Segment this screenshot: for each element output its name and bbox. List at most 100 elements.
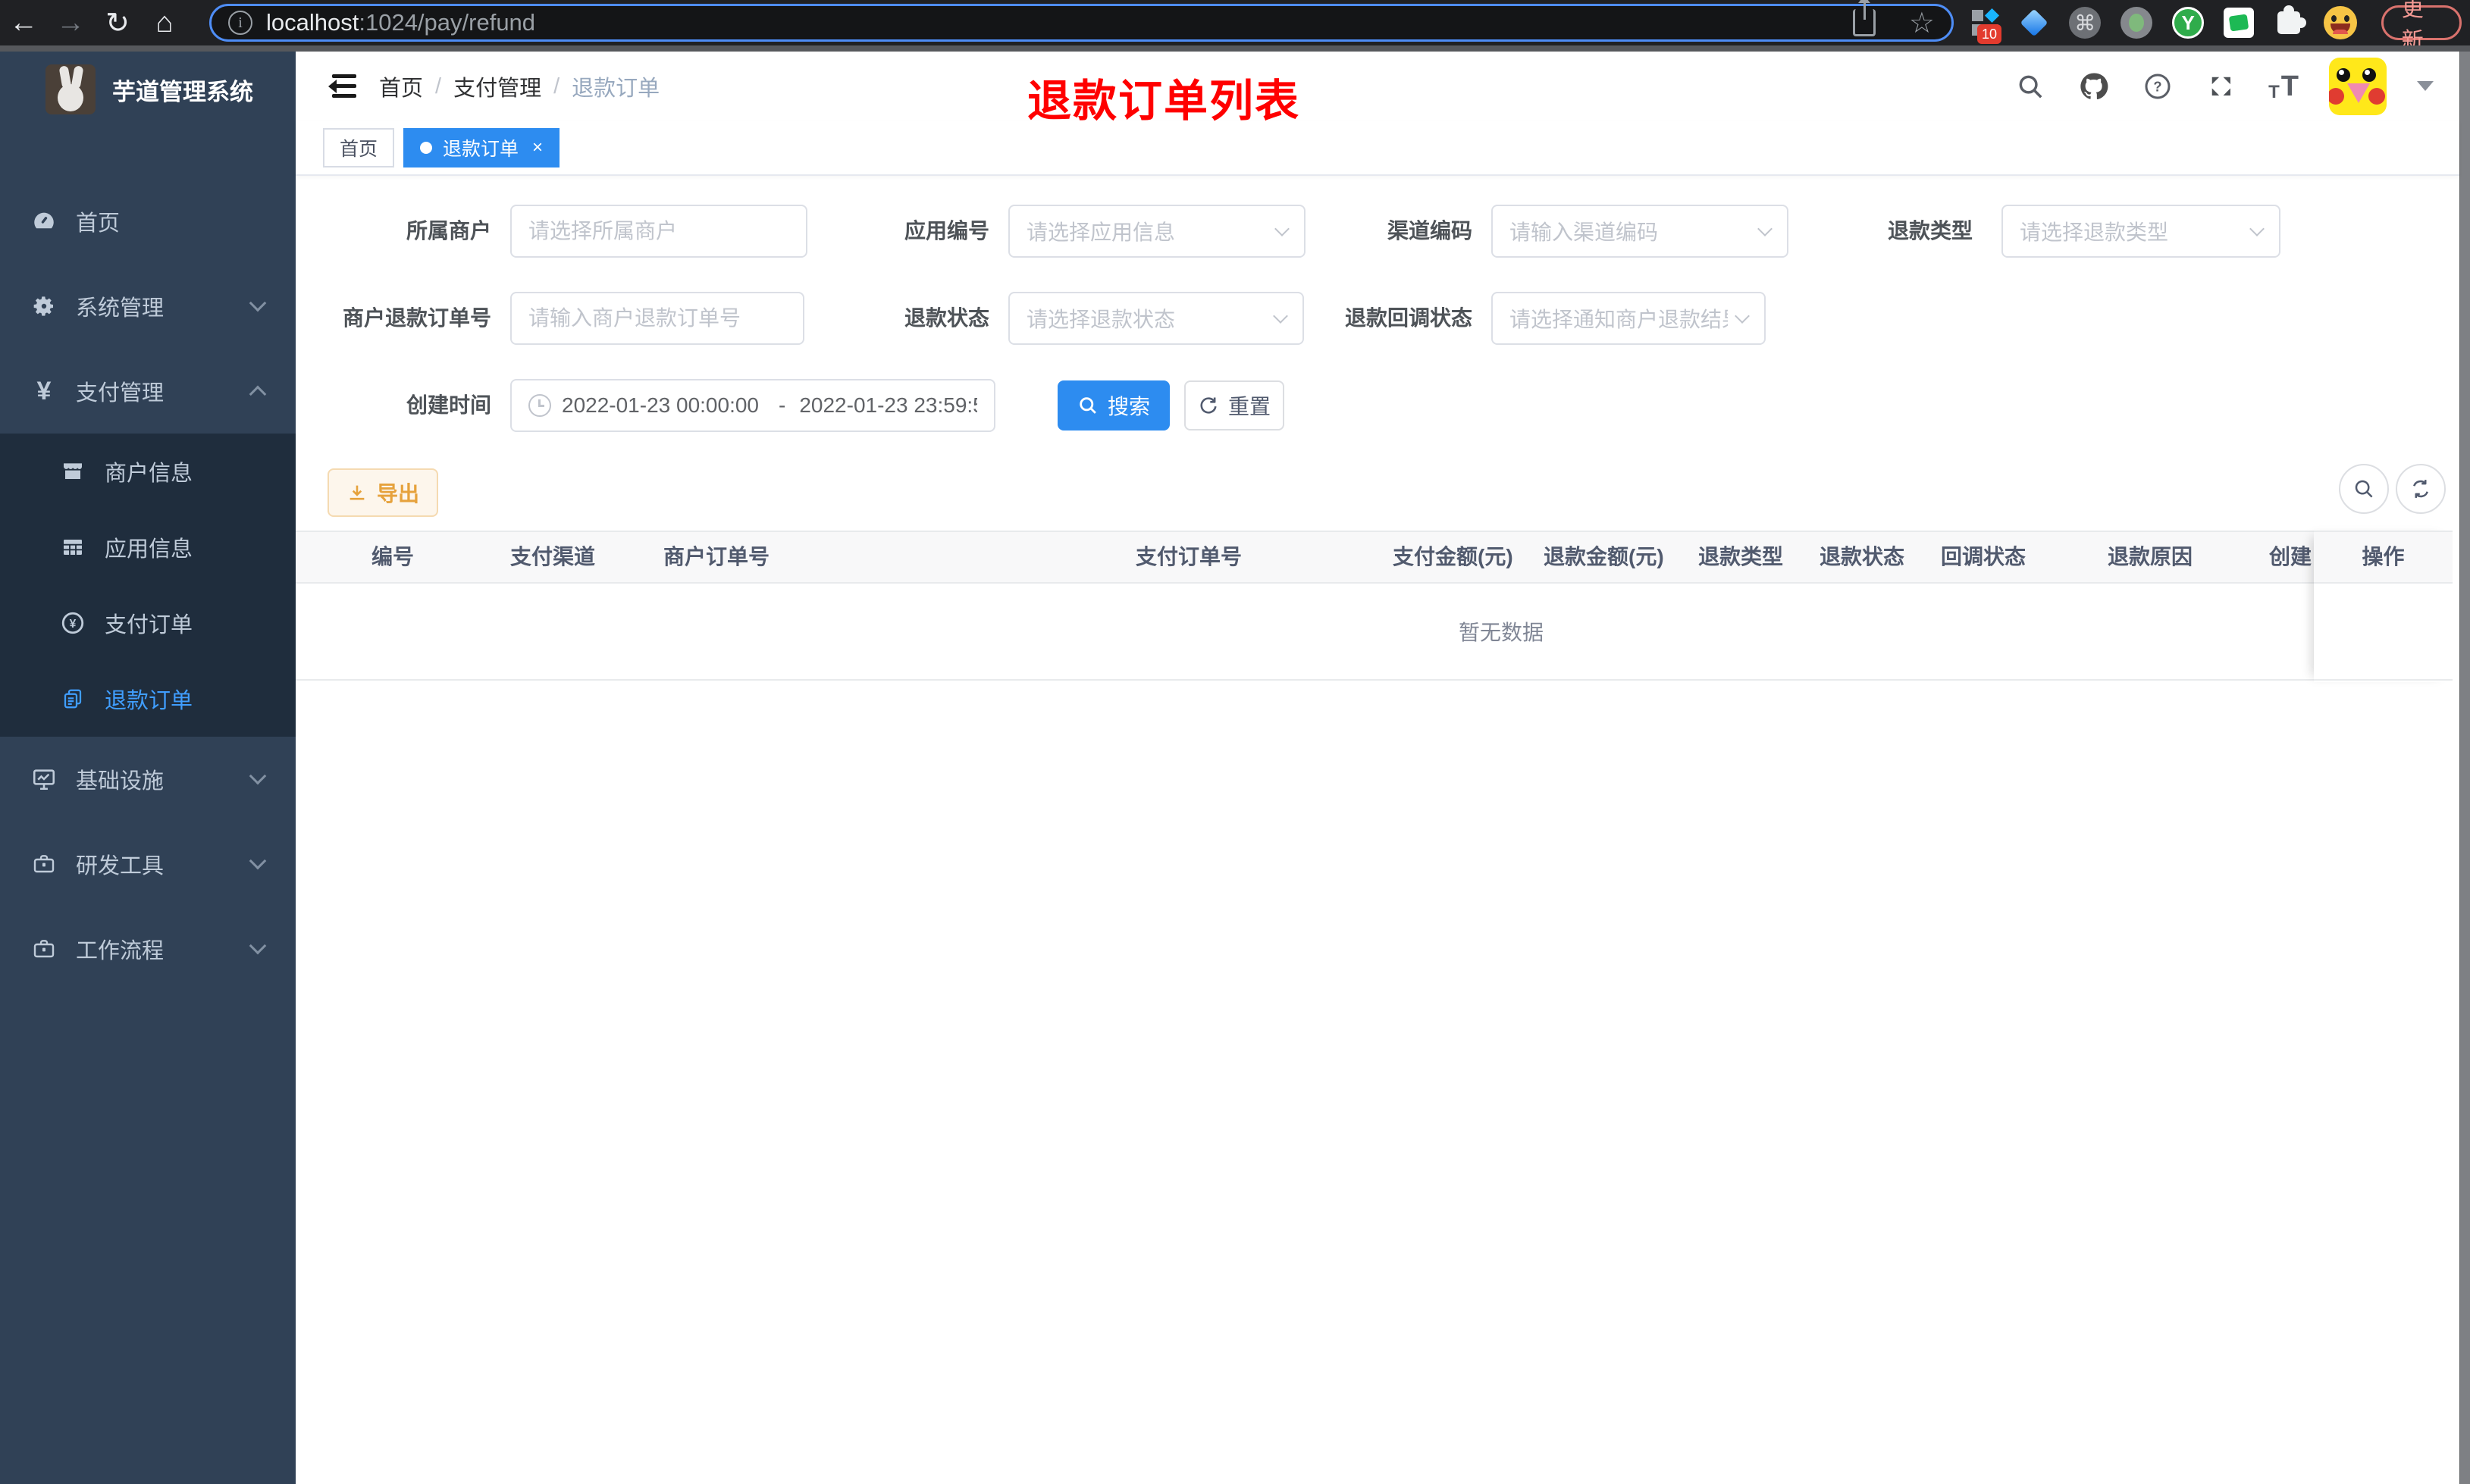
close-icon[interactable]: ×: [532, 137, 543, 158]
font-size-icon[interactable]: TT: [2268, 70, 2299, 103]
sidebar-item-refund-order[interactable]: 退款订单: [0, 661, 296, 737]
channel-select[interactable]: 请输入渠道编码: [1491, 205, 1788, 258]
window-divider: [0, 45, 2470, 52]
channel-select-placeholder: 请输入渠道编码: [1509, 221, 1659, 244]
col-actions: 操作: [2314, 531, 2453, 584]
extensions-row: 10 ⌘ Y 更新 ⋮: [1970, 0, 2470, 53]
extension-grid-icon[interactable]: 10: [1970, 6, 2001, 44]
refund-type-select[interactable]: 请选择退款类型: [2001, 205, 2280, 258]
extension-command-icon[interactable]: ⌘: [2069, 6, 2102, 39]
tag-refund-order[interactable]: 退款订单 ×: [403, 128, 560, 167]
avatar-caret-icon[interactable]: [2417, 81, 2434, 99]
address-bar[interactable]: i localhost :1024/pay/refund ☆: [209, 0, 1954, 42]
merchant-input[interactable]: [528, 219, 789, 243]
sidebar-item-label: 支付管理: [76, 381, 165, 405]
sidebar-item-pay-order[interactable]: ¥ 支付订单: [0, 585, 296, 661]
tag-home[interactable]: 首页: [323, 128, 395, 167]
forward-icon[interactable]: →: [47, 7, 94, 39]
app-logo[interactable]: 芋道管理系统: [0, 52, 296, 127]
sidebar-collapse-icon[interactable]: [324, 73, 356, 100]
app-select[interactable]: 请选择应用信息: [1008, 205, 1306, 258]
breadcrumb-payment[interactable]: 支付管理: [453, 70, 541, 102]
sidebar-item-label: 首页: [76, 211, 121, 236]
sidebar-item-label: 工作流程: [76, 939, 165, 963]
filter-label-channel: 渠道编码: [1387, 219, 1472, 243]
back-icon[interactable]: ←: [0, 7, 47, 39]
extension-y-icon[interactable]: Y: [2172, 6, 2205, 39]
date-range-picker[interactable]: 2022-01-23 00:00:00 - 2022-01-23 23:59:5…: [510, 379, 995, 432]
github-icon[interactable]: [2077, 70, 2111, 103]
sidebar-item-workflow[interactable]: 工作流程: [0, 906, 296, 991]
chevron-up-icon: [249, 385, 267, 403]
search-button[interactable]: 搜索: [1058, 380, 1170, 430]
sidebar-item-app-info[interactable]: 应用信息: [0, 509, 296, 585]
browser-update-button[interactable]: 更新: [2381, 0, 2462, 53]
site-info-icon[interactable]: i: [228, 11, 252, 35]
app-title: 芋道管理系统: [112, 78, 253, 105]
col-pay-amount: 支付金额(元): [1393, 545, 1513, 568]
date-end[interactable]: 2022-01-23 23:59:59: [799, 393, 977, 418]
filter-label-refund-type: 退款类型: [1887, 219, 1973, 243]
refresh-table-button[interactable]: [2396, 464, 2446, 514]
home-icon[interactable]: ⌂: [141, 7, 188, 39]
col-create-time-clipped: 创建时间: [2269, 545, 2312, 568]
col-pay-order-no: 支付订单号: [1136, 545, 1243, 568]
extension-puzzle-icon[interactable]: [2274, 5, 2306, 39]
search-icon: [2355, 480, 2373, 498]
active-dot-icon: [420, 142, 433, 154]
sidebar-item-label: 应用信息: [105, 537, 193, 562]
export-button[interactable]: 导出: [328, 468, 438, 517]
svg-text:?: ?: [2154, 79, 2162, 95]
search-icon[interactable]: [2014, 70, 2047, 103]
toggle-search-button[interactable]: [2339, 464, 2389, 514]
chevron-down-icon: [1735, 308, 1750, 324]
app-header: 首页 / 支付管理 / 退款订单 退款订单列表 ? TT: [296, 52, 2459, 126]
extension-emoji-icon[interactable]: [2323, 6, 2357, 39]
fullscreen-icon[interactable]: [2205, 70, 2238, 103]
breadcrumb-home[interactable]: 首页: [379, 70, 423, 102]
store-icon: [59, 458, 86, 485]
table-body: 暂无数据: [296, 585, 2453, 681]
extension-chat-icon[interactable]: [2224, 6, 2255, 39]
extension-record-icon[interactable]: [2121, 6, 2153, 39]
sidebar-item-merchant-info[interactable]: 商户信息: [0, 434, 296, 509]
reset-button-label: 重置: [1227, 395, 1271, 418]
sidebar-item-payment[interactable]: ¥ 支付管理: [0, 349, 296, 434]
help-icon[interactable]: ?: [2141, 70, 2174, 103]
page-title-annotation: 退款订单列表: [1027, 77, 1301, 126]
date-start[interactable]: 2022-01-23 00:00:00: [562, 393, 765, 418]
tags-bar: 首页 退款订单 ×: [296, 121, 2459, 176]
filter-label-create-time: 创建时间: [406, 393, 491, 417]
merchant-refund-no-input[interactable]: [528, 306, 786, 330]
callback-status-select[interactable]: 请选择通知商户退款结果的: [1491, 292, 1766, 345]
date-separator: -: [779, 393, 786, 417]
refund-type-placeholder: 请选择退款类型: [2020, 221, 2169, 244]
avatar[interactable]: [2329, 58, 2387, 115]
page-scrollbar[interactable]: [2459, 52, 2470, 1484]
col-pay-channel: 支付渠道: [510, 545, 596, 568]
payment-submenu: 商户信息 应用信息 ¥ 支付订单 退款订单: [0, 434, 296, 737]
sidebar-item-infrastructure[interactable]: 基础设施: [0, 737, 296, 822]
col-refund-status: 退款状态: [1820, 545, 1905, 568]
refund-doc-icon: [59, 685, 86, 712]
export-button-label: 导出: [376, 482, 419, 506]
reset-button[interactable]: 重置: [1184, 380, 1284, 430]
col-refund-type: 退款类型: [1698, 545, 1784, 568]
sidebar-item-home[interactable]: 首页: [0, 179, 296, 264]
callback-status-placeholder: 请选择通知商户退款结果的: [1509, 308, 1728, 331]
sidebar-item-label: 商户信息: [105, 462, 193, 486]
sidebar-item-system[interactable]: 系统管理: [0, 264, 296, 349]
merchant-select[interactable]: [510, 205, 807, 258]
col-refund-reason: 退款原因: [2108, 545, 2193, 568]
url-path: :1024/pay/refund: [359, 9, 536, 36]
share-icon[interactable]: [1852, 0, 1876, 36]
chevron-down-icon: [249, 767, 267, 785]
bookmark-star-icon[interactable]: ☆: [1909, 6, 1935, 40]
sidebar-item-dev-tools[interactable]: 研发工具: [0, 822, 296, 906]
extension-kite-icon[interactable]: [2020, 6, 2050, 39]
monitor-chart-icon: [30, 765, 58, 793]
filter-label-callback-status: 退款回调状态: [1344, 306, 1472, 330]
svg-text:¥: ¥: [70, 618, 77, 631]
merchant-refund-no-field[interactable]: [510, 292, 804, 345]
reload-icon[interactable]: ↻: [94, 6, 141, 40]
